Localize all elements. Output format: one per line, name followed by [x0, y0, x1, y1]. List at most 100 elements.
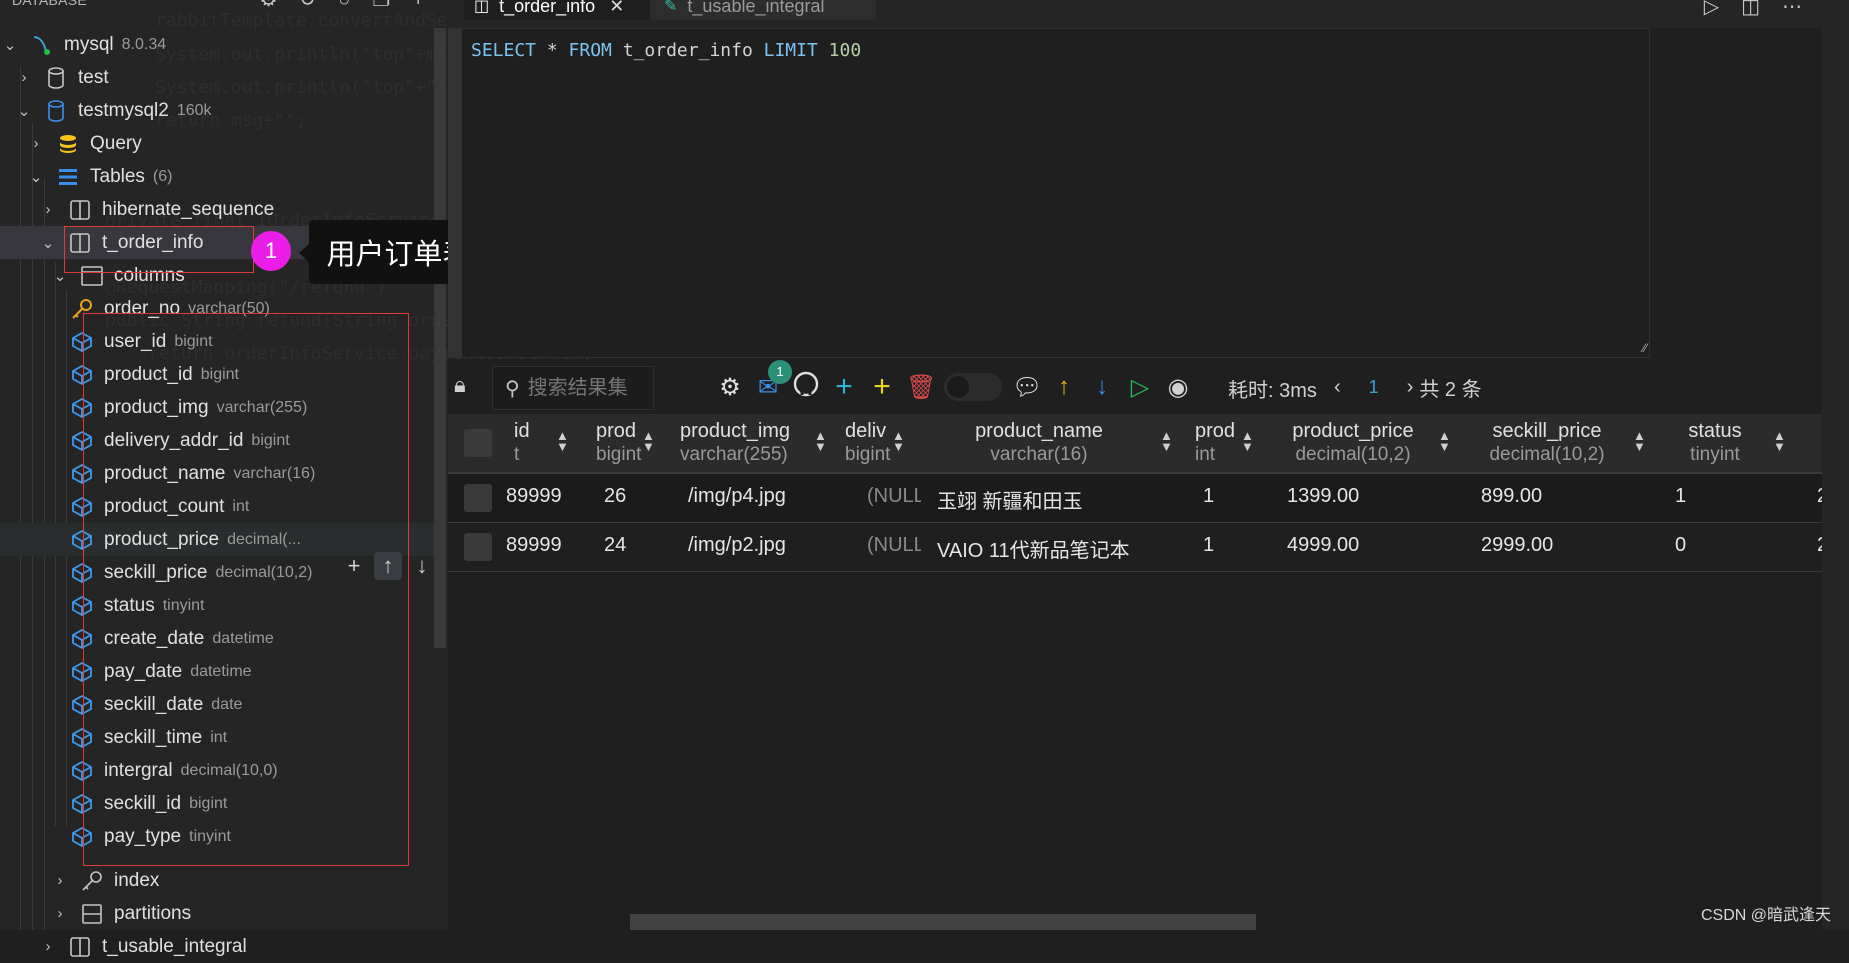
grid-cell[interactable]: 1	[1203, 534, 1271, 557]
tree-database-testmysql2[interactable]: ⌄ testmysql2 160k	[14, 94, 212, 127]
column-header-name[interactable]: id	[514, 420, 560, 443]
grid-cell[interactable]: 1399.00	[1287, 485, 1465, 508]
grid-cell[interactable]: 89999	[506, 534, 572, 557]
grid-cell[interactable]: 89999	[506, 485, 572, 508]
vertical-scrollbar-track[interactable]	[1822, 0, 1849, 930]
tree-partitions-folder[interactable]: › partitions	[50, 897, 192, 930]
chevron-right-icon[interactable]: ›	[50, 872, 70, 889]
grid-cell[interactable]: 0	[1675, 534, 1801, 557]
grid-cell[interactable]: /img/p4.jpg	[688, 485, 837, 508]
chevron-down-icon[interactable]: ⌄	[14, 102, 34, 120]
sort-icon[interactable]: ▲ ▼	[1773, 429, 1786, 453]
tree-tables[interactable]: ⌄ Tables (6)	[26, 160, 173, 193]
grid-cell[interactable]: 1	[1203, 485, 1271, 508]
column-header-name[interactable]: deliv	[845, 420, 893, 443]
resize-handle-icon[interactable]: ⁄⁄	[1643, 341, 1647, 355]
arrow-down-icon[interactable]: ↓	[408, 552, 436, 580]
table-name: t_usable_integral	[102, 935, 247, 957]
results-search[interactable]: ⚲	[492, 366, 654, 410]
insert-icon[interactable]: +	[868, 370, 896, 404]
settings-gear-icon[interactable]: ⚙	[716, 373, 744, 402]
chevron-right-icon[interactable]: ›	[38, 201, 58, 218]
sort-icon[interactable]: ▲ ▼	[1438, 429, 1451, 453]
chevron-down-icon[interactable]: ⌄	[26, 168, 46, 186]
database-name: testmysql2	[78, 99, 169, 121]
tree-index-folder[interactable]: › index	[50, 864, 160, 897]
refresh-icon[interactable]: ○	[338, 0, 350, 10]
sidebar-scrollbar[interactable]	[434, 28, 446, 648]
sort-icon[interactable]: ▲ ▼	[1633, 429, 1646, 453]
more-icon[interactable]: ⋯	[1782, 0, 1802, 19]
grid-cell[interactable]: VAIO 11代新品笔记本	[937, 534, 1187, 563]
copy-icon[interactable]: ❐	[372, 0, 390, 10]
table-row[interactable]: 89999 26/img/p4.jpg (NULL) 玉翊 新疆和田玉 1 1399.00…	[448, 474, 1834, 523]
chevron-right-icon[interactable]: ›	[26, 135, 46, 152]
next-page-icon[interactable]: ›	[1407, 376, 1414, 399]
mail-icon[interactable]: ✉ 1	[754, 359, 792, 402]
tree-database-test[interactable]: › test	[14, 61, 109, 94]
results-search-input[interactable]	[525, 375, 650, 401]
grid-cell[interactable]: 2999.00	[1481, 534, 1659, 557]
trash-icon[interactable]: 🗑︎	[906, 373, 936, 402]
tab-t-usable-integral[interactable]: ✎ t_usable_integral	[650, 0, 876, 20]
run-play-icon[interactable]: ▷	[1126, 373, 1154, 402]
chevron-right-icon[interactable]: ›	[38, 938, 58, 955]
column-header-name[interactable]: seckill_price	[1465, 420, 1629, 443]
sql-query-text[interactable]: SELECT * FROM t_order_info LIMIT 100	[471, 40, 861, 61]
column-header-name[interactable]: product_name	[921, 420, 1157, 443]
grid-cell[interactable]: 4999.00	[1287, 534, 1465, 557]
chevron-down-icon[interactable]: ⌄	[38, 234, 58, 252]
gear-icon[interactable]: ⚙	[260, 0, 278, 10]
tree-table-t-usable-integral[interactable]: › t_usable_integral	[38, 930, 247, 963]
sort-icon[interactable]: ▲ ▼	[1241, 429, 1254, 453]
grid-cell[interactable]: /img/p2.jpg	[688, 534, 837, 557]
grid-cell[interactable]: (NULL)	[867, 485, 921, 508]
table-row[interactable]: 89999 24/img/p2.jpg (NULL) VAIO 11代新品笔记本 1 49…	[448, 523, 1834, 572]
import-down-arrow-icon[interactable]: ↓	[1088, 373, 1116, 401]
sort-icon[interactable]: ▲ ▼	[642, 429, 655, 453]
close-icon[interactable]: ✕	[609, 0, 624, 17]
tab-t-order-info[interactable]: ◫ t_order_info ✕	[464, 0, 660, 20]
add-row-icon[interactable]: +	[830, 370, 858, 404]
add-icon[interactable]: +	[412, 0, 424, 10]
column-header-name[interactable]: prod	[596, 420, 644, 443]
sort-icon[interactable]: ▲ ▼	[556, 429, 569, 453]
column-header-name[interactable]: status	[1659, 420, 1771, 443]
export-up-arrow-icon[interactable]: ↑	[1050, 373, 1078, 401]
sort-icon[interactable]: ▲ ▼	[1160, 429, 1173, 453]
grid-cell[interactable]: 26	[604, 485, 672, 508]
tables-count: (6)	[152, 167, 173, 185]
sort-icon[interactable]: ▲ ▼	[814, 429, 827, 453]
grid-cell[interactable]: 899.00	[1481, 485, 1659, 508]
lock-icon[interactable]: 🔒︎	[454, 372, 466, 398]
column-header-name[interactable]: product_img	[680, 420, 809, 443]
select-all-checkbox[interactable]	[464, 429, 492, 457]
current-page[interactable]: 1	[1369, 377, 1379, 398]
sql-editor[interactable]: SELECT * FROM t_order_info LIMIT 100 ⁄⁄	[448, 28, 1650, 358]
grid-cell[interactable]: 24	[604, 534, 672, 557]
chevron-right-icon[interactable]: ›	[50, 905, 70, 922]
sort-icon[interactable]: ▲ ▼	[892, 429, 905, 453]
grid-cell[interactable]: 1	[1675, 485, 1801, 508]
split-editor-icon[interactable]: ◫	[1741, 0, 1760, 19]
chevron-right-icon[interactable]: ›	[14, 69, 34, 86]
row-checkbox[interactable]	[464, 533, 492, 561]
tree-table-hibernate-sequence[interactable]: › hibernate_sequence	[38, 193, 275, 226]
github-icon[interactable]	[792, 371, 820, 404]
prev-page-icon[interactable]: ‹	[1334, 376, 1341, 399]
tab-label: t_order_info	[499, 0, 596, 16]
history-icon[interactable]: ↺	[300, 0, 317, 10]
grid-cell[interactable]: (NULL)	[867, 534, 921, 557]
grid-cell[interactable]: 玉翊 新疆和田玉	[937, 485, 1187, 514]
column-header-name[interactable]: prod	[1195, 420, 1243, 443]
edit-mode-toggle[interactable]	[944, 373, 1002, 401]
tree-query[interactable]: › Query	[26, 127, 142, 160]
chevron-down-icon[interactable]: ⌄	[0, 36, 20, 54]
column-header-name[interactable]: product_price	[1271, 420, 1435, 443]
run-icon[interactable]: ▷	[1704, 0, 1719, 19]
horizontal-scrollbar[interactable]	[630, 914, 1256, 930]
comment-icon[interactable]: 💬︎	[1012, 373, 1042, 402]
tree-connection-mysql[interactable]: ⌄ mysql 8.0.34	[0, 28, 166, 61]
row-checkbox[interactable]	[464, 484, 492, 512]
eye-icon[interactable]: ◉	[1164, 373, 1192, 402]
